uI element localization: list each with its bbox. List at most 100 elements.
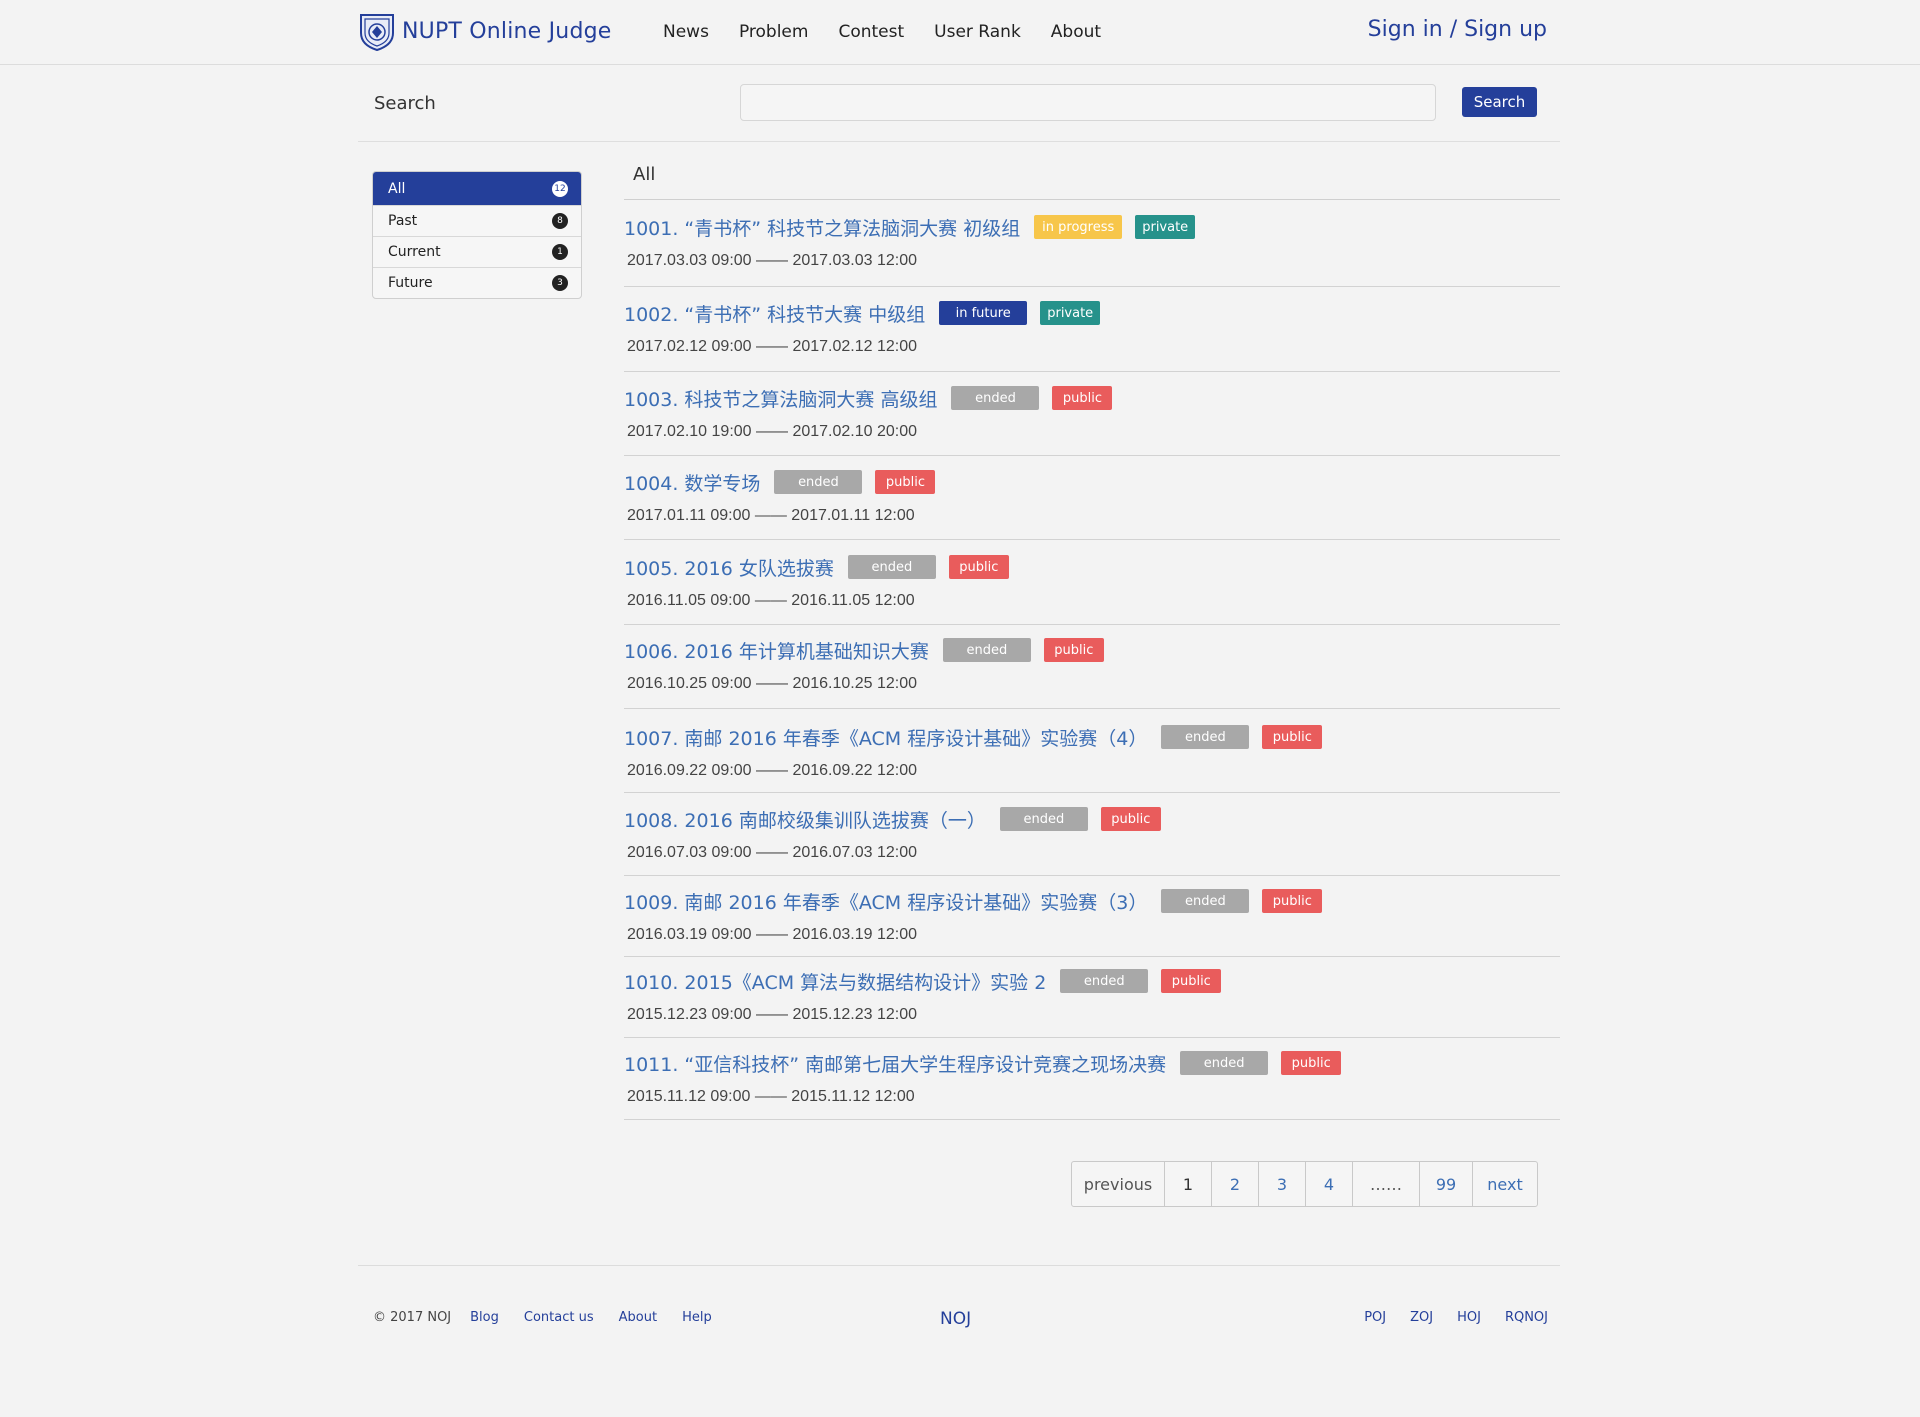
contest-time: 2017.03.03 09:00 —— 2017.03.03 12:00: [627, 252, 918, 269]
contest-item: 1004. 数学专场 ended public 2017.01.11 09:00…: [624, 467, 1560, 540]
contest-time: 2017.02.12 09:00 —— 2017.02.12 12:00: [627, 338, 918, 355]
contest-time: 2015.11.12 09:00 —— 2015.11.12 12:00: [627, 1088, 915, 1105]
contest-title-link[interactable]: 1006. 2016 年计算机基础知识大赛: [624, 637, 929, 664]
list-heading-text: All: [633, 164, 656, 185]
visibility-badge: public: [1262, 889, 1323, 913]
nav-about[interactable]: About: [1051, 20, 1101, 44]
status-badge: ended: [951, 386, 1040, 410]
contest-time: 2016.11.05 09:00 —— 2016.11.05 12:00: [627, 592, 915, 609]
footer-contact-link[interactable]: Contact us: [524, 1310, 594, 1325]
contest-title-link[interactable]: 1011. “亚信科技杯” 南邮第七届大学生程序设计竞赛之现场决赛: [624, 1050, 1166, 1077]
footer-help-link[interactable]: Help: [682, 1310, 712, 1325]
contest-title-link[interactable]: 1009. 南邮 2016 年春季《ACM 程序设计基础》实验赛（3）: [624, 888, 1147, 915]
contest-filter-list: All 12 Past 8 Current 1 Future 3: [372, 171, 582, 299]
visibility-badge: public: [948, 555, 1009, 579]
search-input[interactable]: [740, 84, 1436, 121]
contest-item: 1010. 2015《ACM 算法与数据结构设计》实验 2 ended publ…: [624, 966, 1560, 1038]
contest-time: 2016.03.19 09:00 —— 2016.03.19 12:00: [627, 926, 918, 943]
filter-past[interactable]: Past 8: [373, 205, 581, 236]
contest-time: 2016.07.03 09:00 —— 2016.07.03 12:00: [627, 844, 918, 861]
nav-news[interactable]: News: [663, 20, 709, 44]
contest-title-link[interactable]: 1008. 2016 南邮校级集训队选拔赛（一）: [624, 806, 986, 833]
nav-contest[interactable]: Contest: [838, 20, 904, 44]
count-badge: 12: [552, 180, 568, 197]
search-button[interactable]: Search: [1462, 87, 1537, 117]
page-ellipsis: ……: [1352, 1162, 1419, 1206]
count-badge: 1: [552, 244, 568, 260]
footer-poj-link[interactable]: POJ: [1364, 1310, 1386, 1325]
search-label: Search: [374, 93, 436, 114]
visibility-badge: public: [1281, 1051, 1342, 1075]
status-badge: in progress: [1034, 215, 1123, 239]
contest-title-link[interactable]: 1010. 2015《ACM 算法与数据结构设计》实验 2: [624, 968, 1046, 995]
page-last-button[interactable]: 99: [1419, 1162, 1472, 1206]
filter-label: Current: [388, 244, 441, 260]
contest-time: 2017.01.11 09:00 —— 2017.01.11 12:00: [627, 507, 915, 524]
status-badge: ended: [1161, 725, 1250, 749]
contest-item: 1003. 科技节之算法脑洞大赛 高级组 ended public 2017.0…: [624, 383, 1560, 456]
visibility-badge: public: [1161, 969, 1222, 993]
list-heading: All: [624, 161, 1560, 200]
page-4-button[interactable]: 4: [1305, 1162, 1352, 1206]
footer-about-link[interactable]: About: [619, 1310, 657, 1325]
footer-zoj-link[interactable]: ZOJ: [1410, 1310, 1433, 1325]
footer-left: © 2017 NOJ Blog Contact us About Help: [373, 1310, 737, 1325]
status-badge: ended: [999, 807, 1088, 831]
filter-label: Future: [388, 275, 433, 291]
sign-in-link[interactable]: Sign in / Sign up: [1368, 17, 1547, 42]
status-badge: ended: [1180, 1051, 1269, 1075]
university-shield-icon: [360, 14, 394, 51]
footer-oj-links: POJ ZOJ HOJ RQNOJ: [1340, 1310, 1548, 1325]
count-badge: 3: [552, 275, 568, 291]
brand[interactable]: NUPT Online Judge: [358, 11, 612, 51]
status-badge: ended: [942, 638, 1031, 662]
search-bar: Search Search: [358, 65, 1560, 142]
count-badge: 8: [552, 213, 568, 229]
footer-blog-link[interactable]: Blog: [470, 1310, 499, 1325]
pagination: previous 1 2 3 4 …… 99 next: [1071, 1161, 1538, 1207]
next-page-button[interactable]: next: [1472, 1162, 1537, 1206]
filter-all[interactable]: All 12: [373, 172, 581, 205]
visibility-badge: public: [1052, 386, 1113, 410]
contest-title-link[interactable]: 1001. “青书杯” 科技节之算法脑洞大赛 初级组: [624, 214, 1020, 241]
visibility-badge: public: [875, 470, 936, 494]
contest-time: 2016.10.25 09:00 —— 2016.10.25 12:00: [627, 675, 918, 692]
top-navbar: NUPT Online Judge News Problem Contest U…: [0, 0, 1920, 65]
contest-item: 1008. 2016 南邮校级集训队选拔赛（一） ended public 20…: [624, 804, 1560, 876]
filter-current[interactable]: Current 1: [373, 236, 581, 267]
contest-item: 1005. 2016 女队选拔赛 ended public 2016.11.05…: [624, 552, 1560, 625]
nav-problem[interactable]: Problem: [739, 20, 809, 44]
footer-rqnoj-link[interactable]: RQNOJ: [1505, 1310, 1548, 1325]
contest-item: 1007. 南邮 2016 年春季《ACM 程序设计基础》实验赛（4） ende…: [624, 722, 1560, 793]
copyright: © 2017 NOJ: [373, 1310, 452, 1325]
page-2-button[interactable]: 2: [1211, 1162, 1258, 1206]
page-1-button[interactable]: 1: [1164, 1162, 1211, 1206]
contest-title-link[interactable]: 1002. “青书杯” 科技节大赛 中级组: [624, 300, 925, 327]
contest-time: 2015.12.23 09:00 —— 2015.12.23 12:00: [627, 1006, 918, 1023]
site-title[interactable]: NUPT Online Judge: [402, 19, 612, 44]
page-3-button[interactable]: 3: [1258, 1162, 1305, 1206]
footer-divider: [358, 1265, 1560, 1266]
status-badge: ended: [847, 555, 936, 579]
contest-title-link[interactable]: 1007. 南邮 2016 年春季《ACM 程序设计基础》实验赛（4）: [624, 724, 1147, 751]
contest-item: 1002. “青书杯” 科技节大赛 中级组 in future private …: [624, 298, 1560, 372]
footer-brand: NOJ: [940, 1309, 972, 1329]
contest-item: 1009. 南邮 2016 年春季《ACM 程序设计基础》实验赛（3） ende…: [624, 886, 1560, 957]
contest-item: 1006. 2016 年计算机基础知识大赛 ended public 2016.…: [624, 635, 1560, 709]
contest-time: 2017.02.10 19:00 —— 2017.02.10 20:00: [627, 423, 918, 440]
main-nav: News Problem Contest User Rank About: [663, 20, 1131, 44]
status-badge: ended: [1161, 889, 1250, 913]
contest-title-link[interactable]: 1005. 2016 女队选拔赛: [624, 554, 834, 581]
footer-hoj-link[interactable]: HOJ: [1457, 1310, 1481, 1325]
filter-label: Past: [388, 213, 418, 229]
contest-time: 2016.09.22 09:00 —— 2016.09.22 12:00: [627, 762, 918, 779]
filter-future[interactable]: Future 3: [373, 267, 581, 298]
status-badge: ended: [1060, 969, 1149, 993]
previous-page-button[interactable]: previous: [1072, 1162, 1164, 1206]
contest-title-link[interactable]: 1003. 科技节之算法脑洞大赛 高级组: [624, 385, 937, 412]
visibility-badge: private: [1040, 301, 1101, 325]
visibility-badge: public: [1100, 807, 1161, 831]
contest-title-link[interactable]: 1004. 数学专场: [624, 469, 760, 496]
contest-item: 1011. “亚信科技杯” 南邮第七届大学生程序设计竞赛之现场决赛 ended …: [624, 1048, 1560, 1120]
nav-user-rank[interactable]: User Rank: [934, 20, 1021, 44]
